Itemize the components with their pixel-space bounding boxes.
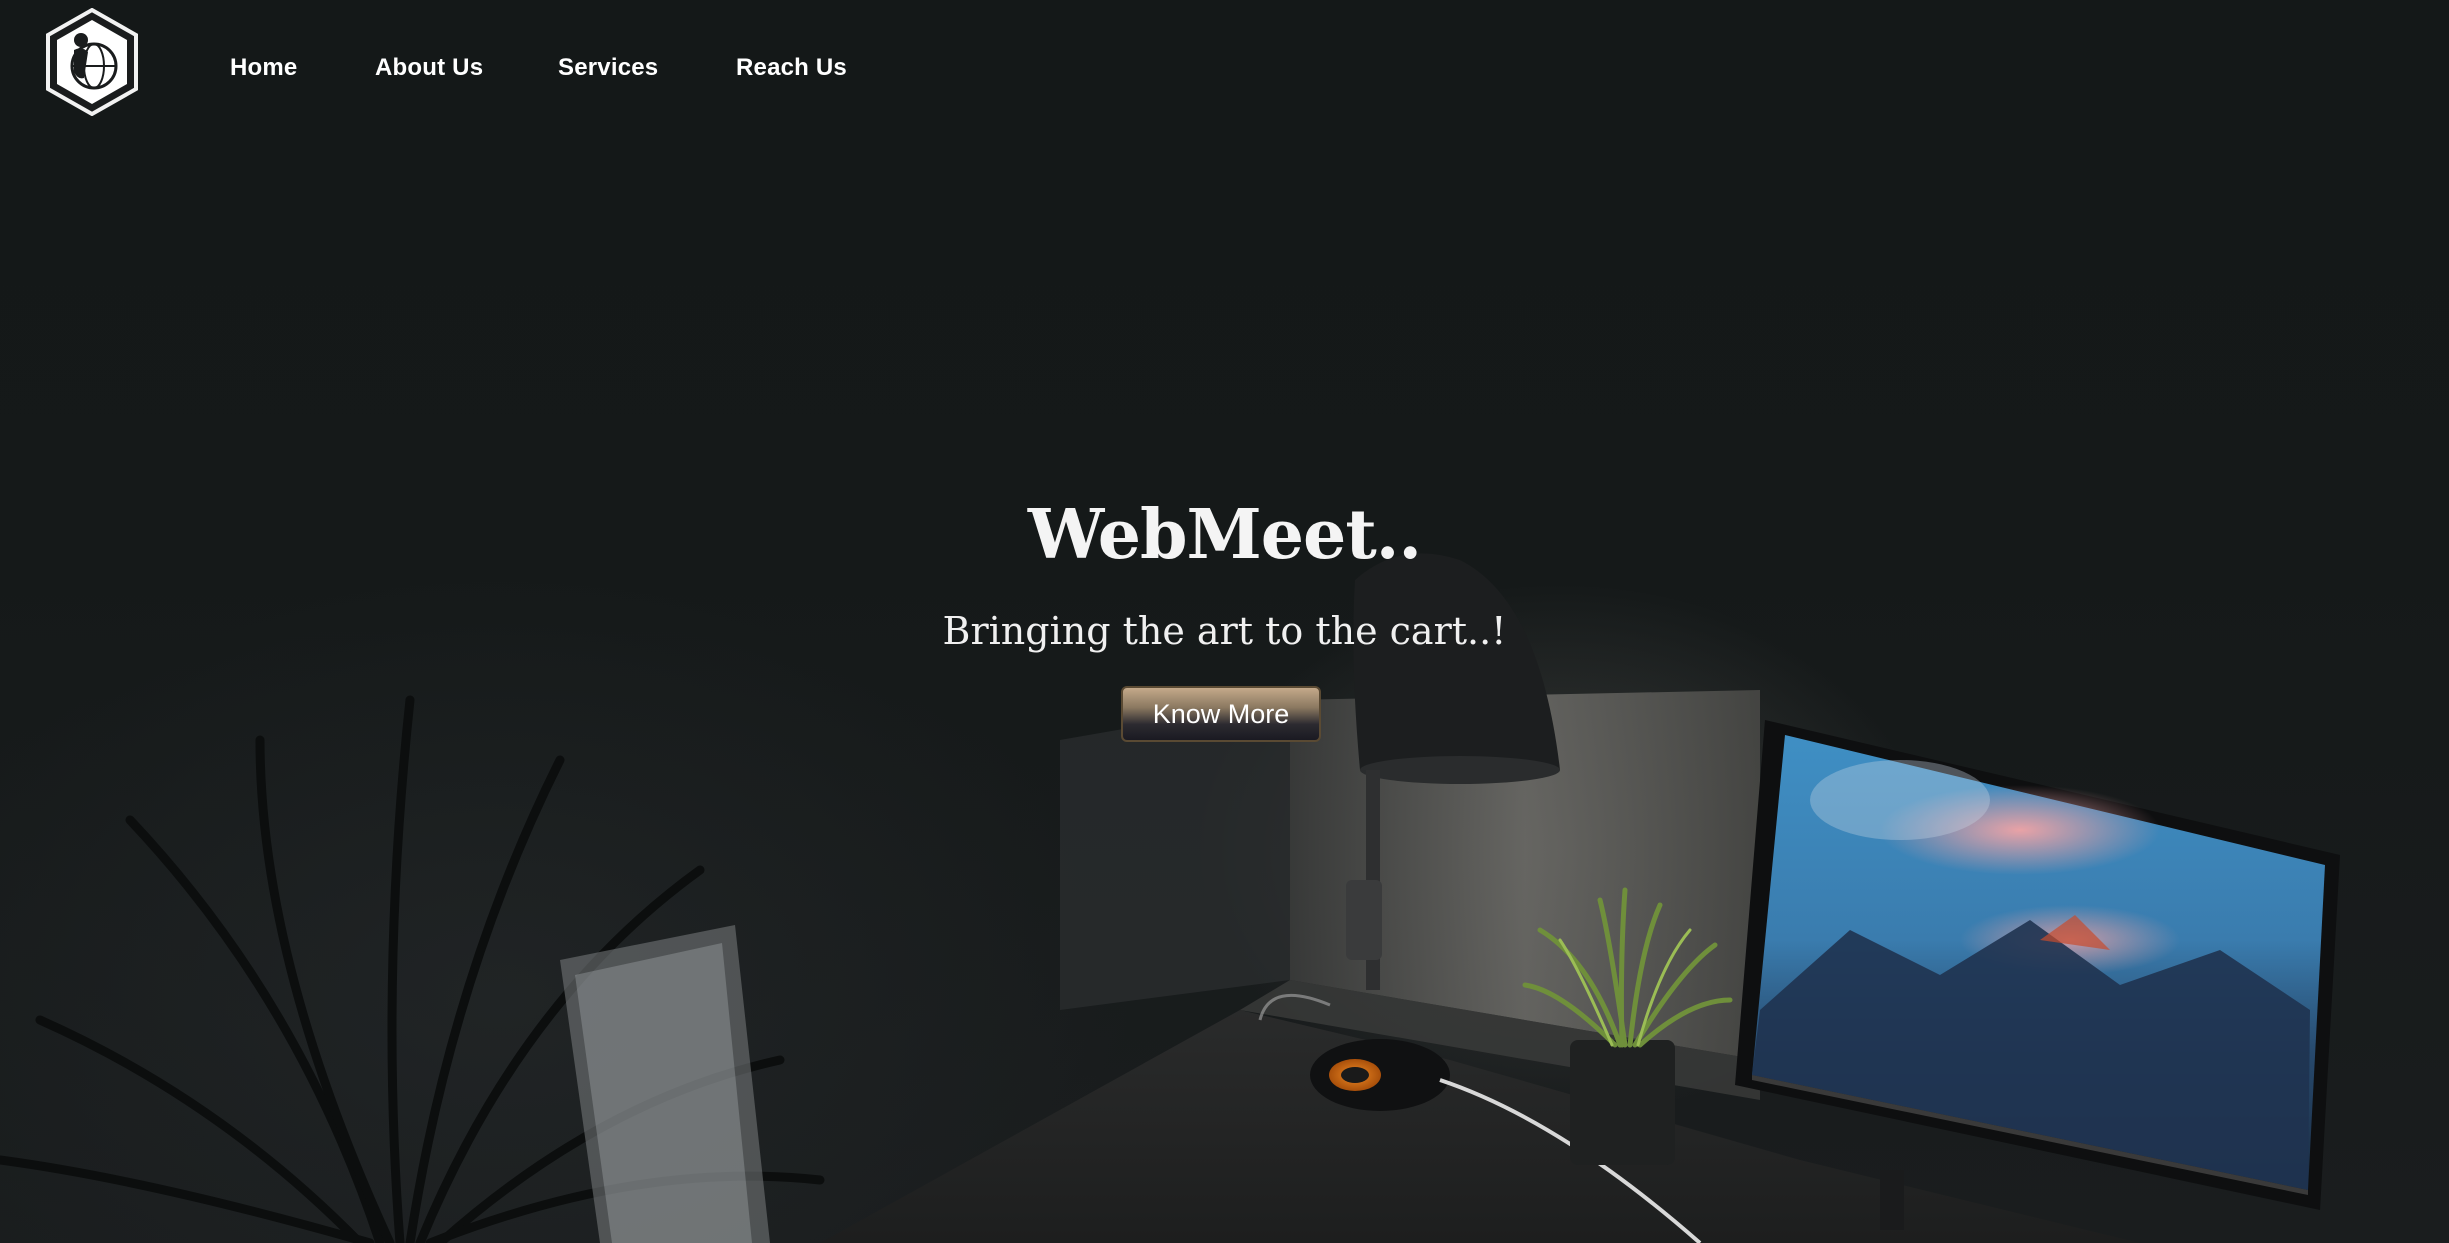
nav-link-services[interactable]: Services <box>558 54 658 82</box>
top-navbar: Home About Us Services Reach Us <box>0 0 2449 130</box>
hero-subtitle: Bringing the art to the cart..! <box>942 609 1507 653</box>
hero-section: Home About Us Services Reach Us WebMeet.… <box>0 0 2449 1243</box>
globe-person-hexagon-icon[interactable] <box>44 8 140 116</box>
know-more-button[interactable]: Know More <box>1121 686 1321 742</box>
hero-title: WebMeet.. <box>1027 495 1422 575</box>
nav-link-about-us[interactable]: About Us <box>375 54 483 82</box>
nav-link-reach-us[interactable]: Reach Us <box>736 54 847 82</box>
nav-link-home[interactable]: Home <box>230 54 297 82</box>
